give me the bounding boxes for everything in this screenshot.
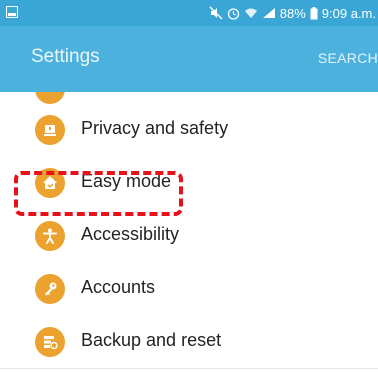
alarm-icon [227,7,239,20]
signal-icon [262,8,275,18]
status-bar: 88% 9:09 a.m. [0,0,378,26]
battery-icon [310,6,318,19]
divider [0,368,378,369]
settings-item-privacy-and-safety[interactable]: Privacy and safety [0,103,378,157]
settings-list: Privacy and safety Easy mode Accessibili… [0,92,378,372]
mute-icon [209,6,223,20]
image-icon [6,6,18,18]
wifi-icon [244,8,257,18]
easy-mode-home-icon [35,168,65,198]
app-bar: Settings SEARCH [0,26,378,92]
privacy-shield-icon [35,115,65,145]
settings-item-label: Privacy and safety [81,118,229,138]
settings-item-label: Backup and reset [81,330,222,350]
backup-reset-icon [35,327,65,357]
settings-item-backup-and-reset[interactable]: Backup and reset [0,315,378,369]
settings-item-label: Accessibility [81,224,180,244]
page-title: Settings [31,46,100,67]
accessibility-person-icon [35,221,65,251]
settings-item-label: Accounts [81,277,156,297]
status-time: 9:09 a.m. [321,5,376,21]
status-icons: 88% 9:09 a.m. [209,0,378,26]
settings-item-easy-mode[interactable]: Easy mode [0,156,378,210]
battery-percent: 88% [279,5,306,21]
settings-item-label: Easy mode [81,171,172,191]
settings-item-accessibility[interactable]: Accessibility [0,209,378,263]
search-button[interactable]: SEARCH [318,50,378,66]
settings-item-accounts[interactable]: Accounts [0,262,378,316]
accounts-key-icon [35,274,65,304]
